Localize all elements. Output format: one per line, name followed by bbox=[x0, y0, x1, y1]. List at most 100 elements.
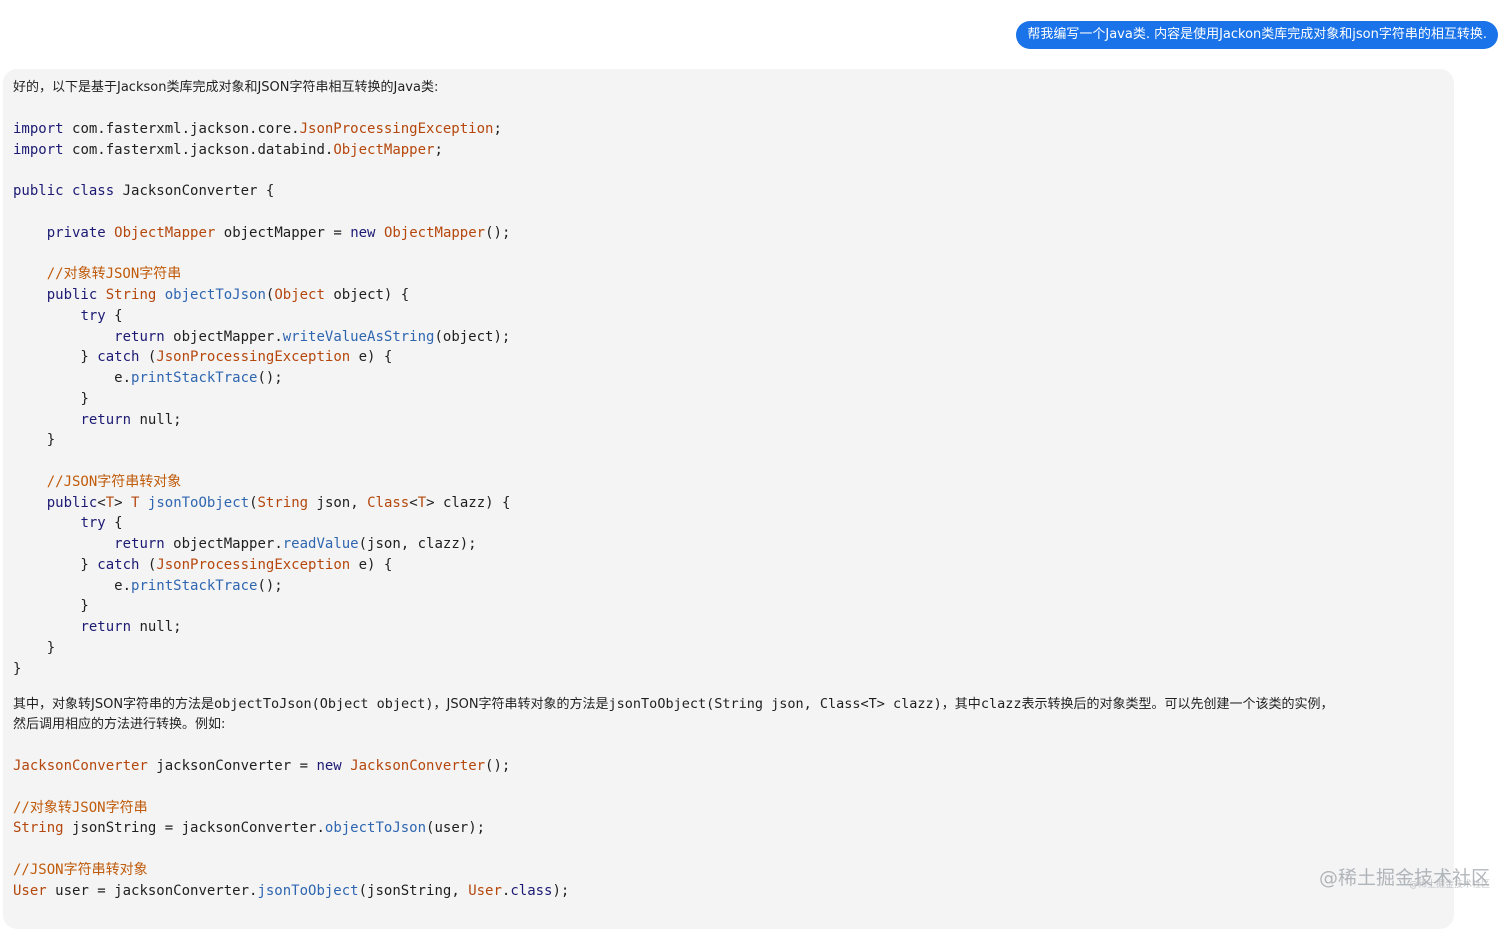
code-token: e. bbox=[13, 370, 132, 386]
code-token: (jsonString, bbox=[358, 882, 469, 899]
code-token: private bbox=[46, 224, 106, 241]
code-line: } bbox=[13, 638, 55, 658]
code-token: jsonToObject bbox=[257, 882, 359, 899]
code-line: return objectMapper.writeValueAsString(o… bbox=[13, 327, 510, 347]
code-token: ( bbox=[139, 556, 157, 573]
code-token: } bbox=[13, 556, 98, 573]
inline-code-objecttojson: objectToJson(Object object) bbox=[214, 696, 434, 712]
code-token: > clazz) { bbox=[426, 494, 511, 511]
assistant-reply-panel: 好的，以下是基于Jackson类库完成对象和JSON字符串相互转换的Java类:… bbox=[3, 69, 1454, 929]
code-line: import com.fasterxml.jackson.databind.Ob… bbox=[13, 140, 443, 160]
code-token: > bbox=[114, 494, 132, 511]
code-token: ( bbox=[139, 349, 157, 366]
code-token: public bbox=[46, 287, 98, 303]
code-token: com.fasterxml.jackson.core. bbox=[72, 121, 300, 137]
code-token: User bbox=[13, 882, 47, 899]
code-token: JacksonConverter bbox=[350, 758, 486, 774]
code-token: (); bbox=[485, 224, 511, 241]
code-token: JsonProcessingException bbox=[156, 349, 351, 366]
code-token: new bbox=[350, 224, 376, 241]
reply-explanation-line1: 其中，对象转JSON字符串的方法是objectToJson(Object obj… bbox=[13, 694, 1333, 715]
code-token: public class bbox=[13, 183, 115, 200]
code-token: < bbox=[409, 494, 418, 511]
code-token: e) { bbox=[358, 349, 393, 366]
code-line: User user = jacksonConverter.jsonToObjec… bbox=[13, 881, 569, 901]
code-token: (object); bbox=[434, 328, 511, 345]
code-line: return null; bbox=[13, 410, 181, 430]
code-line: try { bbox=[13, 306, 123, 326]
reply-intro: 好的，以下是基于Jackson类库完成对象和JSON字符串相互转换的Java类: bbox=[13, 80, 439, 95]
explanation-text-d: 表示转换后的对象类型。可以先创建一个该类的实例， bbox=[1021, 697, 1334, 712]
code-token: e. bbox=[13, 577, 132, 594]
code-token: User bbox=[468, 882, 502, 899]
user-message-bubble: 帮我编写一个Java类. 内容是使用Jackon类库完成对象和json字符串的相… bbox=[1016, 21, 1498, 49]
code-token: ); bbox=[552, 882, 570, 899]
code-token: com.fasterxml.jackson.databind. bbox=[72, 141, 334, 158]
code-token: class bbox=[510, 882, 553, 899]
code-token: T bbox=[417, 494, 427, 511]
code-token: public bbox=[46, 494, 98, 511]
explanation-text-b: ，JSON字符串转对象的方法是 bbox=[433, 697, 609, 712]
code-line: return null; bbox=[13, 617, 181, 637]
code-line: //对象转JSON字符串 bbox=[13, 798, 148, 818]
code-token: ObjectMapper bbox=[383, 224, 486, 241]
code-token: } bbox=[80, 390, 89, 407]
code-token: //JSON字符串转对象 bbox=[13, 861, 148, 878]
code-token: jsonString = jacksonConverter. bbox=[72, 820, 325, 837]
code-token: ObjectMapper bbox=[114, 224, 216, 241]
code-token: JsonProcessingException bbox=[299, 121, 494, 137]
code-token: return bbox=[114, 328, 165, 345]
code-token: JacksonConverter bbox=[13, 758, 148, 774]
code-line: //JSON字符串转对象 bbox=[13, 472, 182, 492]
code-token: } bbox=[13, 349, 98, 366]
code-token: T bbox=[105, 494, 115, 511]
code-token: < bbox=[97, 494, 106, 511]
code-token: writeValueAsString bbox=[282, 328, 435, 345]
code-line: public class JacksonConverter { bbox=[13, 181, 274, 201]
code-token: T bbox=[131, 494, 140, 511]
code-token: (); bbox=[257, 577, 283, 594]
code-token: String bbox=[13, 820, 64, 837]
code-line: String jsonString = jacksonConverter.obj… bbox=[13, 818, 485, 838]
code-token: objectMapper = bbox=[223, 224, 351, 241]
code-token: (user); bbox=[426, 820, 486, 837]
code-token: //JSON字符串转对象 bbox=[13, 473, 182, 490]
code-line: public String objectToJson(Object object… bbox=[13, 285, 410, 305]
code-line: //对象转JSON字符串 bbox=[13, 264, 182, 284]
code-line: public<T> T jsonToObject(String json, Cl… bbox=[13, 493, 511, 513]
code-line: e.printStackTrace(); bbox=[13, 576, 283, 596]
code-token: e) { bbox=[358, 556, 393, 573]
code-token: ; bbox=[493, 121, 502, 137]
code-token: } bbox=[13, 598, 89, 615]
code-token: String bbox=[257, 494, 309, 511]
code-token: //对象转JSON字符串 bbox=[13, 266, 182, 283]
code-token: objectMapper. bbox=[173, 328, 283, 345]
code-line: } bbox=[13, 596, 89, 616]
code-token: jsonToObject bbox=[147, 494, 250, 511]
code-line: JacksonConverter jacksonConverter = new … bbox=[13, 756, 510, 776]
explanation-text-a: 其中，对象转JSON字符串的方法是 bbox=[13, 697, 215, 712]
code-token: try bbox=[80, 515, 106, 532]
code-token: //对象转JSON字符串 bbox=[13, 799, 148, 816]
code-token: ; bbox=[434, 141, 443, 158]
code-token: user = jacksonConverter. bbox=[55, 882, 258, 899]
code-line: return objectMapper.readValue(json, claz… bbox=[13, 534, 476, 554]
user-message-text: 帮我编写一个Java类. 内容是使用Jackon类库完成对象和json字符串的相… bbox=[1027, 27, 1487, 42]
code-token: import bbox=[13, 141, 64, 158]
code-token: } bbox=[13, 660, 22, 677]
code-token: return bbox=[114, 536, 165, 552]
code-token: (); bbox=[485, 758, 511, 774]
code-line: } bbox=[13, 659, 21, 679]
code-token: objectMapper. bbox=[173, 536, 283, 552]
reply-explanation-line2: 然后调用相应的方法进行转换。例如: bbox=[13, 717, 226, 732]
code-token: { bbox=[105, 307, 123, 324]
code-token: jacksonConverter = bbox=[156, 758, 317, 774]
code-token: { bbox=[105, 515, 123, 532]
